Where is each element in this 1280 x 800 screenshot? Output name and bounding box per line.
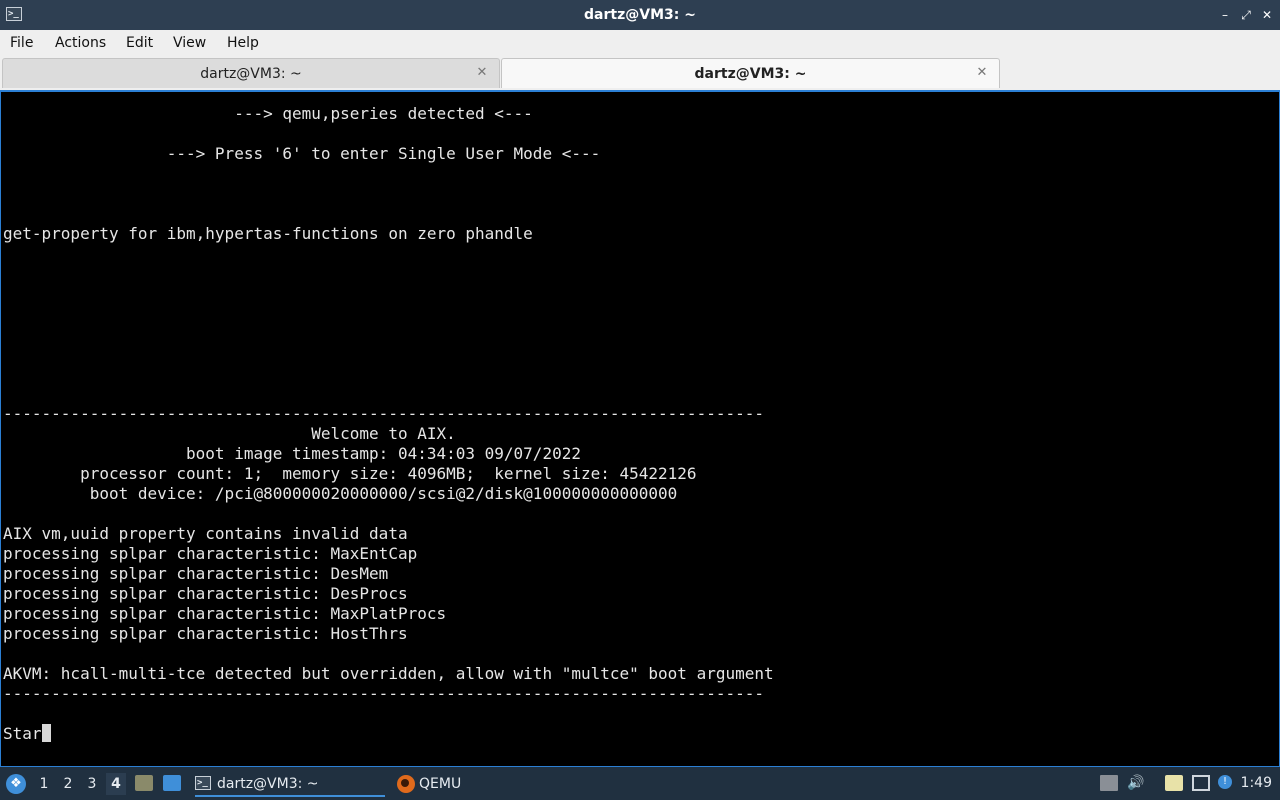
close-icon[interactable]: ✕ xyxy=(475,66,489,80)
terminal-line: boot image timestamp: 04:34:03 09/07/202… xyxy=(3,444,581,463)
task-qemu[interactable]: QEMU xyxy=(397,771,517,797)
terminal-view[interactable]: ---> qemu,pseries detected <--- ---> Pre… xyxy=(0,90,1280,767)
qemu-icon xyxy=(397,775,415,793)
volume-icon[interactable]: 🔊 xyxy=(1127,775,1145,791)
terminal-icon: >_ xyxy=(195,776,211,790)
menu-bar: File Actions Edit View Help xyxy=(0,30,1280,56)
menu-view[interactable]: View xyxy=(171,30,208,56)
clock[interactable]: 1:49 xyxy=(1241,767,1272,800)
tab-label: dartz@VM3: ~ xyxy=(694,66,807,82)
task-terminal[interactable]: >_ dartz@VM3: ~ xyxy=(195,771,385,797)
menu-help[interactable]: Help xyxy=(225,30,261,56)
menu-edit[interactable]: Edit xyxy=(124,30,155,56)
tab-bar: dartz@VM3: ~ ✕ dartz@VM3: ~ ✕ xyxy=(0,56,1280,90)
eject-icon[interactable] xyxy=(1100,775,1118,791)
file-manager-icon[interactable] xyxy=(135,775,153,791)
workspace-1[interactable]: 1 xyxy=(34,773,54,795)
terminal-line: AIX vm,uuid property contains invalid da… xyxy=(3,524,408,543)
start-menu-icon[interactable]: ❖ xyxy=(6,774,26,794)
clipboard-icon[interactable] xyxy=(1165,775,1183,791)
terminal-line: ---> Press '6' to enter Single User Mode… xyxy=(3,144,601,163)
terminal-line: ---> qemu,pseries detected <--- xyxy=(3,104,533,123)
tab-terminal-1[interactable]: dartz@VM3: ~ ✕ xyxy=(2,58,500,88)
close-icon[interactable]: ✕ xyxy=(1259,7,1275,23)
terminal-line: get-property for ibm,hypertas-functions … xyxy=(3,224,533,243)
taskbar: ❖ 1 2 3 4 >_ dartz@VM3: ~ QEMU 🔊 ! 1:49 xyxy=(0,767,1280,800)
task-label: QEMU xyxy=(419,776,462,792)
terminal-line: AKVM: hcall-multi-tce detected but overr… xyxy=(3,664,774,683)
terminal-prompt-text: Star xyxy=(3,724,42,743)
terminal-prompt-line[interactable]: Star xyxy=(3,724,774,744)
terminal-line: ----------------------------------------… xyxy=(3,404,764,423)
workspace-3[interactable]: 3 xyxy=(82,773,102,795)
network-icon[interactable] xyxy=(1192,775,1210,791)
workspace-4[interactable]: 4 xyxy=(106,773,126,795)
window-title: dartz@VM3: ~ xyxy=(584,7,696,23)
terminal-line: processing splpar characteristic: HostTh… xyxy=(3,624,408,643)
menu-file[interactable]: File xyxy=(8,30,35,56)
show-desktop-icon[interactable] xyxy=(163,775,181,791)
terminal-line: processing splpar characteristic: DesPro… xyxy=(3,584,408,603)
terminal-line: processor count: 1; memory size: 4096MB;… xyxy=(3,464,697,483)
restore-icon[interactable]: ⤢ xyxy=(1238,7,1254,23)
window-titlebar[interactable]: >_ dartz@VM3: ~ – ⤢ ✕ xyxy=(0,0,1280,31)
terminal-line: processing splpar characteristic: DesMem xyxy=(3,564,389,583)
minimize-icon[interactable]: – xyxy=(1217,7,1233,23)
terminal-line: processing splpar characteristic: MaxEnt… xyxy=(3,544,418,563)
terminal-line: ----------------------------------------… xyxy=(3,684,764,703)
workspace-2[interactable]: 2 xyxy=(58,773,78,795)
terminal-line: Welcome to AIX. xyxy=(3,424,456,443)
notification-icon[interactable]: ! xyxy=(1218,775,1232,789)
menu-actions[interactable]: Actions xyxy=(53,30,108,56)
text-cursor xyxy=(41,724,51,742)
task-label: dartz@VM3: ~ xyxy=(217,776,319,792)
tab-terminal-2[interactable]: dartz@VM3: ~ ✕ xyxy=(501,58,1000,88)
terminal-line: boot device: /pci@800000020000000/scsi@2… xyxy=(3,484,678,503)
terminal-line: processing splpar characteristic: MaxPla… xyxy=(3,604,447,623)
close-icon[interactable]: ✕ xyxy=(975,66,989,80)
terminal-output: ---> qemu,pseries detected <--- ---> Pre… xyxy=(3,104,774,744)
tab-label: dartz@VM3: ~ xyxy=(200,66,302,82)
